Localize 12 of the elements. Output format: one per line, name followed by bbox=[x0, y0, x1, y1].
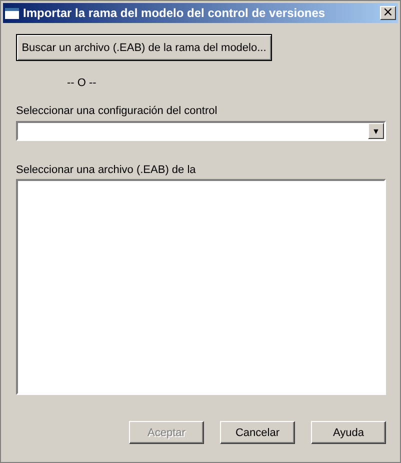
separator-text: -- O -- bbox=[67, 77, 96, 89]
dropdown-button[interactable]: ▼ bbox=[368, 123, 384, 139]
window-title: Importar la rama del modelo del control de versiones bbox=[23, 6, 326, 20]
dialog-button[interactable]: Ayuda bbox=[311, 421, 386, 444]
browse-button[interactable]: Buscar un archivo (.EAB) de la rama del modelo... bbox=[16, 34, 272, 61]
close-button[interactable]: × bbox=[380, 6, 396, 20]
window-icon bbox=[5, 8, 19, 18]
config-label: Seleccionar una configuración del control bbox=[16, 105, 218, 117]
file-list-label: Seleccionar una archivo (.EAB) de la bbox=[16, 164, 196, 176]
config-dropdown[interactable]: ▼ bbox=[16, 121, 386, 141]
dialog-button[interactable]: Cancelar bbox=[220, 421, 295, 444]
file-list[interactable] bbox=[16, 179, 386, 395]
